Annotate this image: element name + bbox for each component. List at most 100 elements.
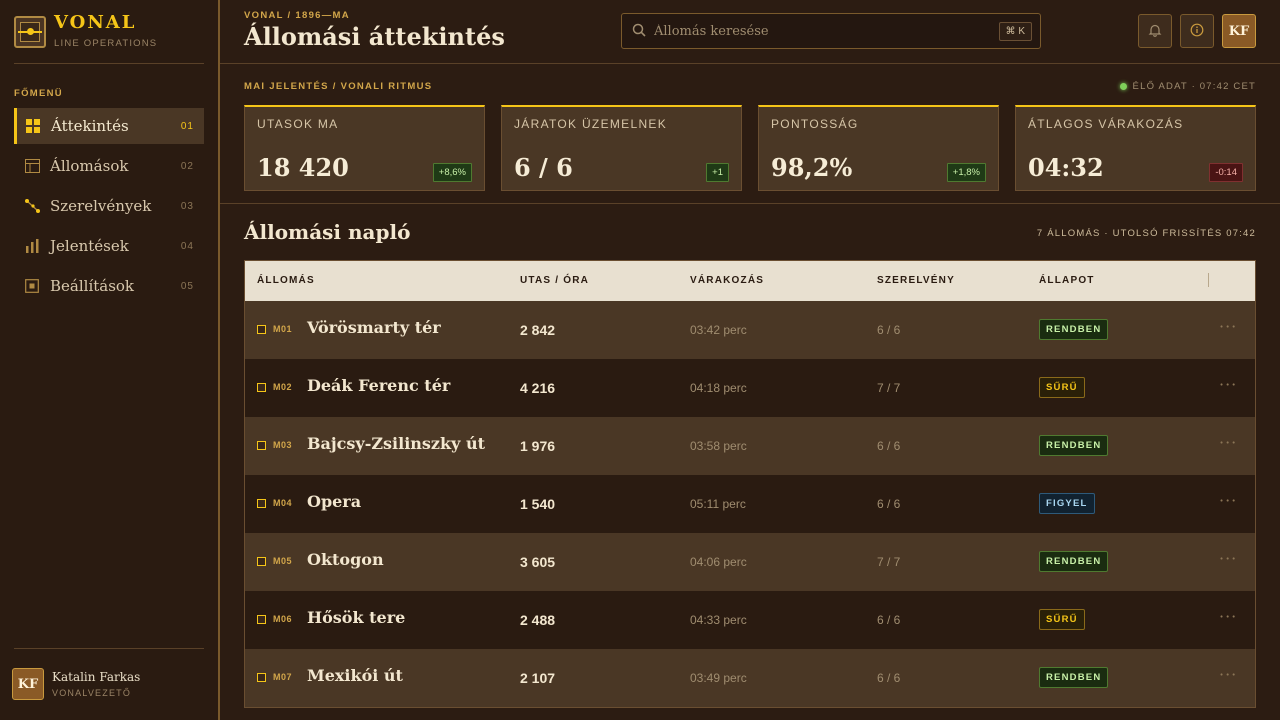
- sidebar-item-stations[interactable]: Állomások 02: [14, 148, 204, 184]
- user-profile[interactable]: KF Katalin Farkas VONALVEZETŐ: [12, 668, 140, 700]
- bell-icon: [1148, 22, 1162, 41]
- info-button[interactable]: [1180, 14, 1214, 48]
- station-name: Oktogon: [307, 550, 384, 569]
- table-row[interactable]: M01 Vörösmarty tér 2 842 03:42 perc 6 / …: [245, 301, 1255, 359]
- passengers-per-hour: 2 488: [520, 612, 556, 628]
- line-logo-icon: [14, 15, 46, 48]
- station-marker-icon: [257, 499, 266, 508]
- station-name: Hősök tere: [307, 608, 406, 627]
- column-header-station[interactable]: ÁLLOMÁS: [257, 275, 315, 286]
- train-count: 6 / 6: [877, 323, 901, 337]
- stat-delta: +1: [706, 163, 729, 182]
- stat-card-services[interactable]: JÁRATOK ÜZEMELNEK 6 / 6 +1: [501, 105, 742, 191]
- notifications-button[interactable]: [1138, 14, 1172, 48]
- sidebar-item-label: Beállítások: [50, 277, 135, 295]
- column-header-wait[interactable]: VÁRAKOZÁS: [690, 275, 764, 286]
- user-avatar-button[interactable]: KF: [1222, 14, 1256, 48]
- more-options-icon[interactable]: ···: [1219, 317, 1237, 336]
- status-badge: FIGYEL: [1039, 493, 1095, 514]
- wait-time: 04:06 perc: [690, 555, 747, 569]
- passengers-per-hour: 2 842: [520, 322, 556, 338]
- column-header-status[interactable]: ÁLLAPOT: [1039, 275, 1095, 286]
- train-count: 7 / 7: [877, 381, 901, 395]
- sidebar-item-label: Állomások: [50, 157, 129, 175]
- table-row[interactable]: M07 Mexikói út 2 107 03:49 perc 6 / 6 RE…: [245, 649, 1255, 707]
- station-table: ÁLLOMÁS UTAS / ÓRA VÁRAKOZÁS SZERELVÉNY …: [244, 260, 1256, 708]
- passengers-per-hour: 4 216: [520, 380, 556, 396]
- bar-chart-icon: [24, 238, 40, 254]
- station-code: M02: [273, 382, 293, 392]
- status-badge: RENDBEN: [1039, 551, 1109, 572]
- sidebar-item-trains[interactable]: Szerelvények 03: [14, 188, 204, 224]
- column-divider: [1208, 273, 1209, 287]
- more-options-icon[interactable]: ···: [1219, 491, 1237, 510]
- station-code: M03: [273, 440, 293, 450]
- search-shortcut: ⌘ K: [998, 21, 1032, 41]
- table-row[interactable]: M05 Oktogon 3 605 04:06 perc 7 / 7 RENDB…: [245, 533, 1255, 591]
- report-label: MAI JELENTÉS / VONALI RITMUS: [244, 81, 433, 92]
- stat-delta: +8,6%: [432, 163, 472, 182]
- table-row[interactable]: M03 Bajcsy-Zsilinszky út 1 976 03:58 per…: [245, 417, 1255, 475]
- sidebar-item-reports[interactable]: Jelentések 04: [14, 228, 204, 264]
- station-name: Deák Ferenc tér: [307, 376, 451, 395]
- sidebar-item-overview[interactable]: Áttekintés 01: [14, 108, 204, 144]
- stat-card-passengers[interactable]: UTASOK MA 18 420 +8,6%: [244, 105, 485, 191]
- more-options-icon[interactable]: ···: [1219, 607, 1237, 626]
- train-count: 6 / 6: [877, 439, 901, 453]
- station-name: Opera: [307, 492, 362, 511]
- station-marker-icon: [257, 673, 266, 682]
- stat-cards: UTASOK MA 18 420 +8,6% JÁRATOK ÜZEMELNEK…: [244, 105, 1256, 191]
- sidebar-item-number: 04: [180, 240, 194, 252]
- sidebar-divider: [14, 63, 204, 64]
- sidebar-item-number: 02: [180, 160, 194, 172]
- train-count: 6 / 6: [877, 497, 901, 511]
- grid-icon: [25, 118, 41, 134]
- stat-delta: -0:14: [1209, 163, 1243, 182]
- passengers-per-hour: 1 540: [520, 496, 556, 512]
- status-badge: RENDBEN: [1039, 435, 1109, 456]
- sidebar-item-label: Áttekintés: [51, 117, 129, 135]
- live-indicator: ÉLŐ ADAT · 07:42 CET: [1119, 81, 1256, 92]
- column-header-pax[interactable]: UTAS / ÓRA: [520, 275, 589, 286]
- passengers-per-hour: 3 605: [520, 554, 556, 570]
- station-name: Bajcsy-Zsilinszky út: [307, 434, 485, 453]
- station-marker-icon: [257, 615, 266, 624]
- search-box[interactable]: ⌘ K: [621, 13, 1041, 49]
- more-options-icon[interactable]: ···: [1219, 375, 1237, 394]
- column-header-trains[interactable]: SZERELVÉNY: [877, 275, 955, 286]
- stat-card-punctuality[interactable]: PONTOSSÁG 98,2% +1,8%: [758, 105, 999, 191]
- search-icon: [632, 22, 646, 41]
- station-code: M05: [273, 556, 293, 566]
- info-icon: [1190, 22, 1204, 41]
- table-row[interactable]: M06 Hősök tere 2 488 04:33 perc 6 / 6 SŰ…: [245, 591, 1255, 649]
- sidebar-item-settings[interactable]: Beállítások 05: [14, 268, 204, 304]
- more-options-icon[interactable]: ···: [1219, 549, 1237, 568]
- station-code: M07: [273, 672, 293, 682]
- more-options-icon[interactable]: ···: [1219, 665, 1237, 684]
- sidebar-item-number: 03: [180, 200, 194, 212]
- station-marker-icon: [257, 383, 266, 392]
- live-dot-icon: [1119, 83, 1127, 90]
- train-count: 6 / 6: [877, 613, 901, 627]
- user-name: Katalin Farkas: [52, 670, 141, 684]
- wait-time: 03:42 perc: [690, 323, 747, 337]
- stat-label: UTASOK MA: [257, 117, 339, 131]
- search-input[interactable]: [654, 23, 999, 39]
- station-code: M01: [273, 324, 293, 334]
- avatar: KF: [12, 668, 44, 700]
- more-options-icon[interactable]: ···: [1219, 433, 1237, 452]
- daily-report: MAI JELENTÉS / VONALI RITMUS ÉLŐ ADAT · …: [220, 64, 1280, 204]
- status-badge: RENDBEN: [1039, 667, 1109, 688]
- brand[interactable]: VONAL LINE OPERATIONS: [14, 14, 157, 49]
- table-row[interactable]: M02 Deák Ferenc tér 4 216 04:18 perc 7 /…: [245, 359, 1255, 417]
- stat-card-avg-wait[interactable]: ÁTLAGOS VÁRAKOZÁS 04:32 -0:14: [1015, 105, 1256, 191]
- station-name: Vörösmarty tér: [307, 318, 441, 337]
- wait-time: 03:58 perc: [690, 439, 747, 453]
- station-marker-icon: [257, 557, 266, 566]
- wait-time: 04:18 perc: [690, 381, 747, 395]
- live-text: ÉLŐ ADAT · 07:42 CET: [1132, 81, 1256, 92]
- status-badge: SŰRŰ: [1039, 377, 1085, 398]
- table-row[interactable]: M04 Opera 1 540 05:11 perc 6 / 6 FIGYEL …: [245, 475, 1255, 533]
- stat-label: PONTOSSÁG: [771, 117, 859, 131]
- sidebar-item-number: 01: [180, 120, 194, 132]
